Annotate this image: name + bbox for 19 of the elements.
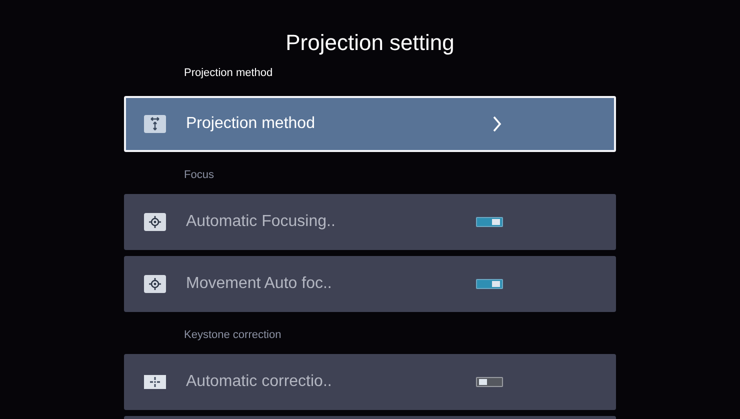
setting-row[interactable]: Projection method xyxy=(124,96,616,152)
setting-label: Projection method xyxy=(186,114,316,134)
setting-label: Automatic correctio.. xyxy=(186,372,333,392)
section-label: Projection method xyxy=(183,66,274,81)
setting-row[interactable]: Automatic Focusing.. xyxy=(124,194,616,250)
setting-label: Movement Auto foc.. xyxy=(186,274,333,294)
setting-row[interactable]: Movement Auto foc.. xyxy=(124,256,616,312)
toggle-switch[interactable] xyxy=(476,377,503,387)
page-title: Projection setting xyxy=(286,29,454,57)
section-label: Keystone correction xyxy=(183,328,282,343)
crosshair-icon xyxy=(144,275,166,293)
chevron-icon xyxy=(492,116,502,132)
crosshair-icon xyxy=(144,213,166,231)
section-label: Focus xyxy=(183,168,215,183)
setting-row[interactable]: Automatic correctio.. xyxy=(124,354,616,410)
toggle-switch[interactable] xyxy=(476,279,503,289)
toggle-switch[interactable] xyxy=(476,217,503,227)
setting-label: Automatic Focusing.. xyxy=(186,212,336,232)
arrows-icon xyxy=(144,115,166,133)
